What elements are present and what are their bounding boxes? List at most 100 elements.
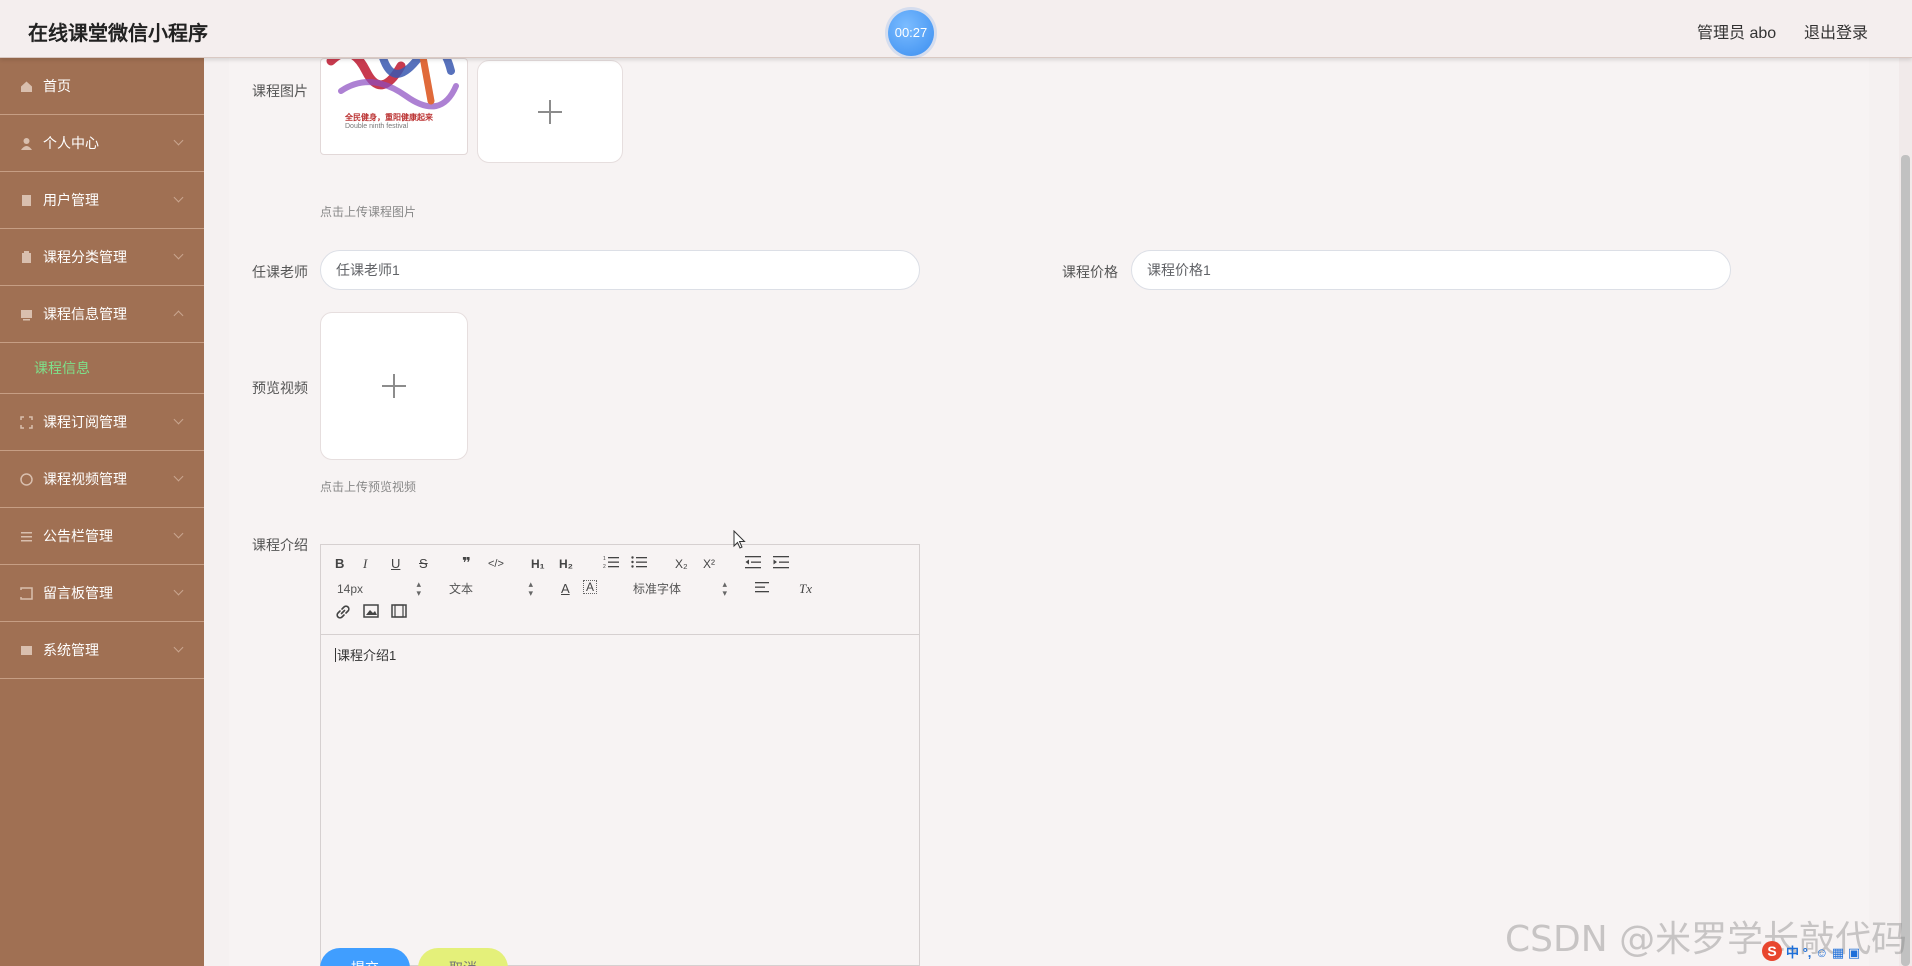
course-image-label: 课程图片 (252, 83, 308, 99)
chevron-down-icon (173, 135, 184, 146)
font-color-icon[interactable]: A (561, 580, 570, 598)
image-icon[interactable] (363, 604, 379, 622)
svg-text:1: 1 (603, 556, 606, 562)
select-arrows-icon: ▴ ▾ (416, 579, 421, 598)
font-size-select[interactable]: 14px ▴ ▾ (337, 580, 421, 598)
editor-text: 课程介绍1 (337, 648, 397, 663)
preview-video-hint: 点击上传预览视频 (320, 480, 417, 494)
ime-status: 中 °, ☺ ▦ ▣ (1786, 944, 1861, 960)
italic-icon[interactable]: I (363, 555, 367, 573)
sidebar-item-label: 课程视频管理 (43, 471, 127, 487)
sidebar-item-course-info-management[interactable]: 课程信息管理 (0, 286, 204, 343)
category-icon (20, 250, 33, 264)
heading2-icon[interactable]: H₂ (559, 555, 573, 573)
sidebar-item-label: 留言板管理 (43, 585, 113, 601)
ime-toolbar[interactable]: S 中 °, ☺ ▦ ▣ (1762, 940, 1860, 962)
sidebar-item-label: 系统管理 (43, 642, 99, 658)
ordered-list-icon[interactable]: 12 (603, 555, 619, 573)
notice-icon (20, 530, 33, 543)
teacher-input[interactable] (320, 250, 920, 290)
chevron-down-icon (173, 249, 184, 260)
chevron-down-icon (173, 192, 184, 203)
scrollbar-thumb[interactable] (1901, 155, 1910, 966)
chevron-down-icon (173, 642, 184, 653)
course-image-hint: 点击上传课程图片 (320, 205, 417, 219)
select-arrows-icon: ▴ ▾ (528, 579, 533, 598)
heading1-icon[interactable]: H₁ (531, 555, 545, 573)
plus-icon (538, 99, 562, 124)
logout-link[interactable]: 退出登录 (1804, 19, 1868, 43)
preview-video-upload-button[interactable] (320, 312, 468, 460)
blockquote-icon[interactable]: ❞ (462, 555, 471, 573)
submit-button[interactable]: 提交 (320, 948, 410, 966)
underline-icon[interactable]: U (391, 555, 400, 573)
sidebar-item-subscription-management[interactable]: 课程订阅管理 (0, 394, 204, 451)
sidebar-item-label: 公告栏管理 (43, 528, 113, 544)
video-icon (20, 472, 33, 486)
outdent-icon[interactable] (745, 555, 761, 573)
sidebar-item-label: 课程分类管理 (43, 249, 127, 265)
subscription-icon (20, 415, 33, 429)
subscript-icon[interactable]: X₂ (675, 555, 688, 573)
bold-icon[interactable]: B (335, 555, 344, 573)
user-icon (20, 137, 33, 150)
video-embed-icon[interactable] (391, 604, 407, 622)
text-caret (335, 648, 336, 662)
chevron-down-icon (173, 528, 184, 539)
sidebar-item-label: 用户管理 (43, 192, 99, 208)
price-input[interactable] (1131, 250, 1731, 290)
chevron-down-icon (173, 471, 184, 482)
align-icon[interactable] (755, 580, 771, 598)
preview-video-label: 预览视频 (252, 380, 308, 396)
sidebar: 首页 个人中心 用户管理 课程分类管理 课程信息管理 课程信息 课程订阅管理 课… (0, 58, 204, 966)
font-family-select[interactable]: 标准字体 ▴ ▾ (633, 580, 727, 598)
strikethrough-icon[interactable]: S (419, 555, 428, 573)
cancel-button[interactable]: 取消 (418, 948, 508, 966)
thumbnail-subcaption: Double ninth festival (345, 123, 409, 130)
sidebar-item-message-management[interactable]: 留言板管理 (0, 565, 204, 622)
course-image-upload-button[interactable] (477, 60, 623, 163)
message-icon (20, 586, 33, 600)
top-header: 在线课堂微信小程序 00:27 管理员 abo 退出登录 (0, 0, 1912, 58)
select-arrows-icon: ▴ ▾ (722, 579, 727, 598)
system-icon (20, 644, 33, 657)
course-image-thumbnail[interactable]: 全民健身，重阳健康起来 Double ninth festival (320, 58, 468, 155)
sidebar-item-label: 个人中心 (43, 135, 99, 151)
sidebar-item-notice-management[interactable]: 公告栏管理 (0, 508, 204, 565)
clear-format-icon[interactable]: Tx (799, 580, 812, 598)
home-icon (20, 80, 33, 93)
mouse-cursor-icon (733, 530, 746, 549)
chevron-down-icon (173, 414, 184, 425)
recording-timer: 00:27 (888, 10, 934, 56)
font-family-value: 标准字体 (633, 582, 682, 596)
sidebar-item-label: 课程订阅管理 (43, 414, 127, 430)
sidebar-item-category-management[interactable]: 课程分类管理 (0, 229, 204, 286)
sidebar-item-personal-center[interactable]: 个人中心 (0, 115, 204, 172)
sidebar-item-video-management[interactable]: 课程视频管理 (0, 451, 204, 508)
paragraph-format-select[interactable]: 文本 ▴ ▾ (449, 580, 533, 598)
thumbnail-caption: 全民健身，重阳健康起来 (345, 113, 433, 122)
indent-icon[interactable] (773, 555, 789, 573)
chevron-up-icon (173, 310, 184, 321)
bullet-list-icon[interactable] (631, 555, 647, 573)
rich-text-editor[interactable]: B I U S ❞ </> H₁ H₂ 12 X₂ X² 14px ▴ ▾ 文本 … (320, 544, 920, 966)
sidebar-item-home[interactable]: 首页 (0, 58, 204, 115)
font-size-value: 14px (337, 582, 364, 596)
current-user: 管理员 abo (1697, 25, 1777, 42)
editor-content[interactable]: 课程介绍1 (335, 645, 396, 664)
background-color-icon[interactable]: A (583, 580, 597, 594)
sidebar-item-label: 课程信息管理 (43, 306, 127, 322)
paragraph-format-value: 文本 (449, 582, 474, 596)
superscript-icon[interactable]: X² (703, 555, 715, 573)
editor-toolbar: B I U S ❞ </> H₁ H₂ 12 X₂ X² 14px ▴ ▾ 文本 … (321, 545, 919, 635)
link-icon[interactable] (335, 604, 351, 622)
submenu-item-course-info[interactable]: 课程信息 (0, 343, 204, 394)
users-icon (20, 194, 33, 207)
chevron-down-icon (173, 585, 184, 596)
course-icon (20, 308, 33, 321)
app-title: 在线课堂微信小程序 (28, 23, 208, 45)
sidebar-item-system-management[interactable]: 系统管理 (0, 622, 204, 679)
code-block-icon[interactable]: </> (488, 555, 504, 573)
svg-text:2: 2 (603, 564, 606, 569)
sidebar-item-user-management[interactable]: 用户管理 (0, 172, 204, 229)
